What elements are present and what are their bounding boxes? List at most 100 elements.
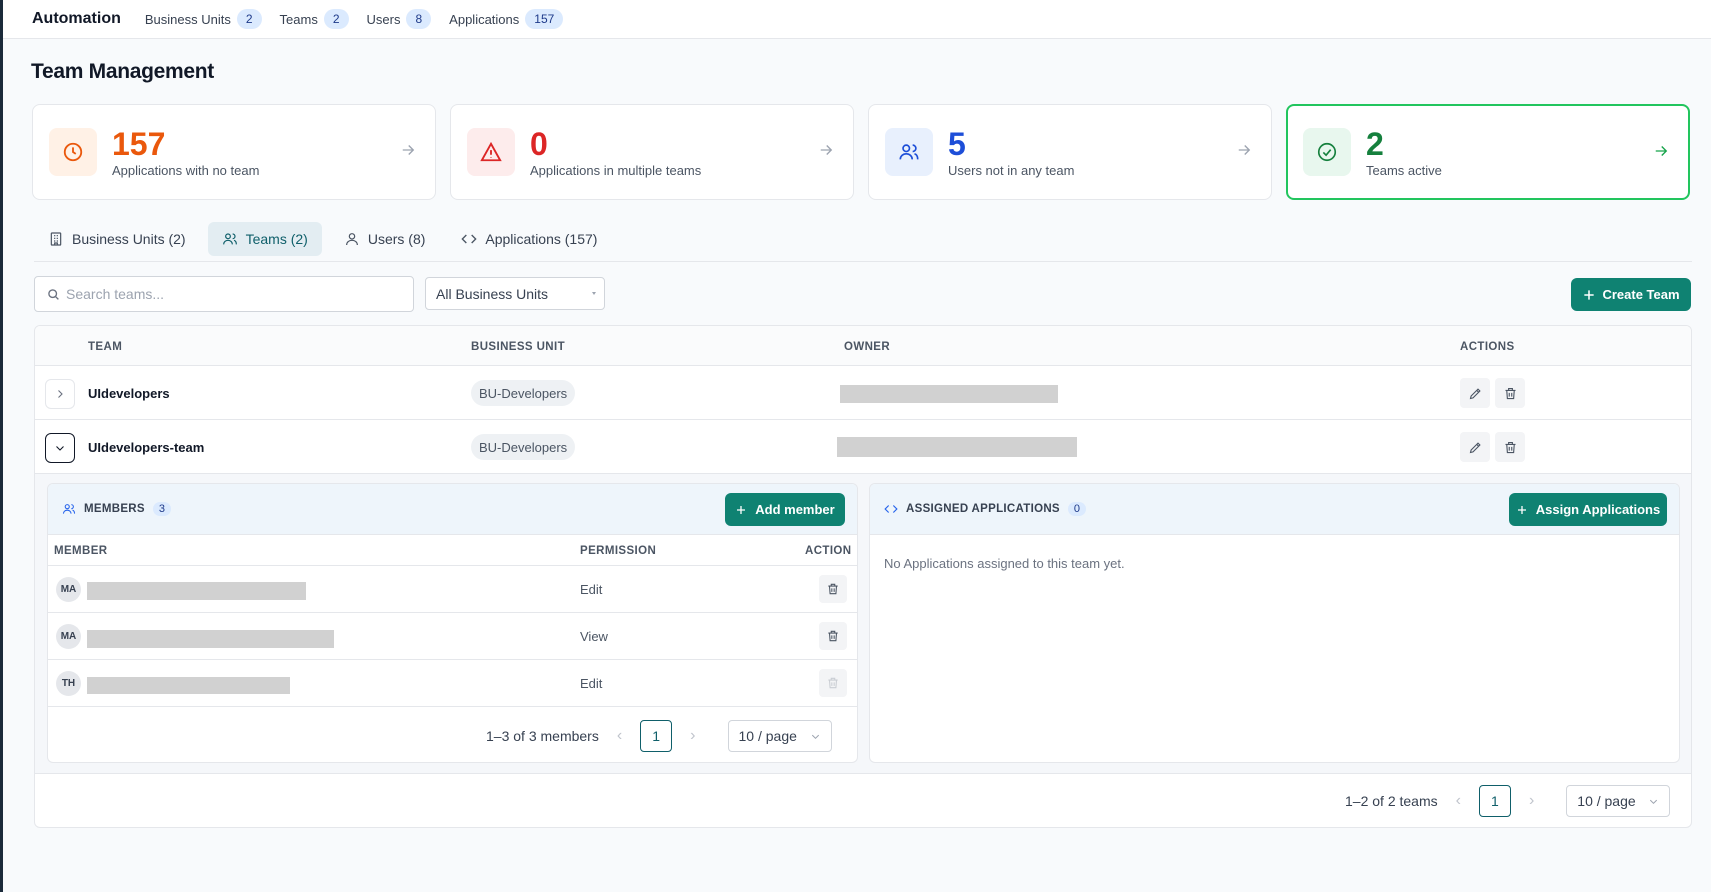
- top-bar: Automation Business Units 2 Teams 2 User…: [3, 0, 1711, 39]
- empty-state-message: No Applications assigned to this team ye…: [884, 556, 1125, 571]
- page-number[interactable]: 1: [1478, 785, 1511, 817]
- search-icon: [48, 288, 59, 300]
- code-icon: [461, 234, 478, 244]
- topnav-users[interactable]: Users 8: [367, 9, 432, 29]
- card-users-no-team[interactable]: 5 Users not in any team: [868, 104, 1272, 200]
- remove-member-button[interactable]: [819, 622, 847, 650]
- chevron-down-icon: [56, 446, 64, 451]
- card-apps-multiple-teams[interactable]: 0 Applications in multiple teams: [450, 104, 854, 200]
- tab-business-units[interactable]: Business Units (2): [34, 222, 200, 256]
- remove-member-button[interactable]: [819, 669, 847, 697]
- chevron-right-icon[interactable]: ›: [690, 727, 695, 745]
- chevron-left-icon[interactable]: ‹: [1456, 792, 1461, 810]
- per-page-value: 10 / page: [1577, 793, 1636, 809]
- avatar: MA: [56, 577, 81, 602]
- page-number[interactable]: 1: [640, 720, 673, 752]
- topnav-count: 8: [406, 9, 432, 29]
- members-panel: MEMBERS 3 Add member MEMBER PERMISSION A…: [47, 483, 858, 763]
- per-page-select[interactable]: 10 / page: [727, 720, 832, 752]
- chevron-right-icon[interactable]: ›: [1529, 792, 1534, 810]
- caret-down-icon: [592, 292, 596, 295]
- applications-title: ASSIGNED APPLICATIONS: [906, 503, 1060, 515]
- delete-button[interactable]: [1495, 378, 1525, 408]
- expand-row-button[interactable]: [45, 379, 75, 409]
- card-apps-no-team[interactable]: 157 Applications with no team: [32, 104, 436, 200]
- business-unit-pill: BU-Developers: [471, 380, 576, 406]
- assign-applications-button[interactable]: Assign Applications: [1509, 493, 1667, 526]
- tab-label: Business Units (2): [72, 231, 186, 247]
- column-header: BUSINESS UNIT: [471, 341, 566, 353]
- column-header: TEAM: [88, 341, 123, 353]
- chevron-down-icon: [1650, 799, 1658, 804]
- plus-icon: [1517, 505, 1526, 514]
- business-unit-select[interactable]: All Business Units: [425, 277, 605, 310]
- topnav-count: 2: [236, 9, 262, 29]
- topnav-business-units[interactable]: Business Units 2: [145, 9, 262, 29]
- per-page-select[interactable]: 10 / page: [1566, 785, 1671, 817]
- member-row: MA Edit: [48, 566, 857, 613]
- card-label: Applications in multiple teams: [530, 162, 702, 178]
- table-row[interactable]: UIdevelopers BU-Developers: [35, 366, 1691, 420]
- chevron-right-icon: [58, 390, 63, 398]
- edit-button[interactable]: [1460, 432, 1490, 462]
- assign-applications-label: Assign Applications: [1535, 502, 1661, 517]
- avatar: MA: [56, 624, 81, 649]
- users-icon: [222, 233, 237, 245]
- tab-teams[interactable]: Teams (2): [207, 222, 322, 256]
- create-team-label: Create Team: [1602, 287, 1680, 302]
- edit-button[interactable]: [1460, 378, 1490, 408]
- arrow-right-icon: [820, 145, 833, 155]
- arrow-right-icon: [402, 145, 415, 155]
- tab-users[interactable]: Users (8): [330, 222, 440, 256]
- topnav-count: 2: [323, 9, 349, 29]
- create-team-button[interactable]: Create Team: [1571, 278, 1691, 311]
- table-row[interactable]: UIdevelopers-team BU-Developers: [35, 420, 1691, 474]
- app-window: Automation Business Units 2 Teams 2 User…: [3, 0, 1711, 892]
- members-count: 3: [152, 502, 172, 516]
- column-header: ACTION: [805, 545, 852, 557]
- topnav-label: Applications: [449, 11, 520, 27]
- team-name: UIdevelopers: [88, 386, 170, 401]
- chevron-left-icon[interactable]: ‹: [617, 727, 622, 745]
- code-icon: [884, 505, 898, 513]
- per-page-value: 10 / page: [738, 728, 797, 744]
- select-value: All Business Units: [436, 285, 549, 302]
- remove-member-button[interactable]: [819, 575, 847, 603]
- topnav-teams[interactable]: Teams 2: [280, 9, 349, 29]
- collapse-row-button[interactable]: [45, 433, 75, 463]
- plus-icon: [737, 505, 746, 514]
- card-value: 0: [530, 125, 548, 162]
- applications-count: 0: [1067, 502, 1087, 516]
- plus-icon: [1584, 289, 1595, 300]
- member-permission: Edit: [580, 582, 603, 597]
- stat-cards: 157 Applications with no team 0 Applicat…: [32, 104, 1690, 200]
- warning-icon: [467, 128, 515, 176]
- member-row: MA View: [48, 613, 857, 660]
- card-value: 2: [1366, 125, 1384, 162]
- section-tabs: Business Units (2) Teams (2) Users (8) A…: [34, 222, 1692, 262]
- members-title: MEMBERS: [84, 503, 145, 515]
- tab-applications[interactable]: Applications (157): [447, 222, 611, 256]
- brand-title: Automation: [32, 10, 121, 27]
- delete-button[interactable]: [1495, 432, 1525, 462]
- topnav-label: Users: [366, 11, 401, 27]
- expanded-team-detail: MEMBERS 3 Add member MEMBER PERMISSION A…: [35, 474, 1691, 774]
- column-header: ACTIONS: [1460, 341, 1515, 353]
- add-member-button[interactable]: Add member: [725, 493, 845, 526]
- topnav-applications[interactable]: Applications 157: [449, 9, 564, 29]
- trash-icon: [828, 677, 838, 689]
- member-name-redacted: [87, 630, 334, 648]
- pagination-summary: 1–2 of 2 teams: [1345, 793, 1438, 809]
- tab-label: Users (8): [367, 231, 426, 247]
- search-input[interactable]: [66, 286, 386, 302]
- column-header: OWNER: [844, 341, 891, 353]
- card-teams-active[interactable]: 2 Teams active: [1286, 104, 1690, 200]
- page-title: Team Management: [31, 60, 214, 83]
- owner-redacted: [840, 385, 1058, 403]
- tab-label: Applications (157): [485, 231, 598, 247]
- card-value: 157: [112, 125, 166, 162]
- pagination-summary: 1–3 of 3 members: [486, 728, 599, 744]
- business-unit-pill: BU-Developers: [471, 434, 576, 460]
- teams-pagination: 1–2 of 2 teams ‹ 1 › 10 / page: [1345, 785, 1671, 817]
- pencil-icon: [1469, 387, 1481, 399]
